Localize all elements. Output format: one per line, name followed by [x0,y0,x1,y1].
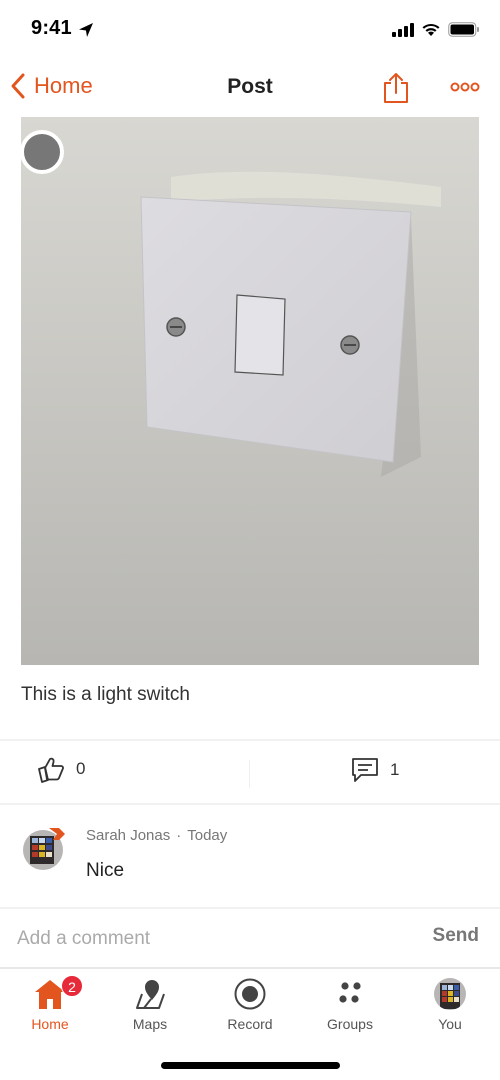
tab-groups[interactable]: Groups [300,969,400,1039]
comment-time: Today [187,827,228,844]
comment-input[interactable] [17,924,397,954]
tab-label: Groups [327,1016,373,1032]
comment-button[interactable]: 1 [350,756,399,784]
status-time: 9:41 [31,17,72,39]
tab-label: Record [227,1016,273,1032]
tab-label: Maps [132,1016,168,1032]
groups-icon [339,982,361,1003]
chevron-left-icon [11,73,25,99]
share-icon[interactable] [381,71,411,105]
divider [0,739,500,741]
light-switch-image [21,117,479,665]
post-caption: This is a light switch [21,684,190,705]
map-pin-icon [136,980,165,1009]
meta-separator: · [176,827,182,844]
action-separator [249,760,250,788]
thumbs-up-icon [38,757,64,783]
comment-meta: Sarah Jonas · Today [86,827,227,844]
author-avatar[interactable] [20,130,64,174]
tab-home[interactable]: 2 Home [0,969,100,1039]
send-button[interactable]: Send [433,925,479,947]
signal-icon [392,22,414,37]
tab-record[interactable]: Record [200,969,300,1039]
battery-icon [448,22,479,37]
commenter-avatar[interactable] [21,826,65,870]
record-icon [234,978,266,1010]
divider [0,803,500,805]
tab-you[interactable]: You [400,969,500,1039]
tab-bar: 2 Home Maps Record Groups You [0,969,500,1039]
post-photo[interactable] [21,117,479,665]
tab-label: Home [31,1016,69,1032]
like-count: 0 [76,759,86,778]
wifi-icon [422,23,440,36]
more-icon[interactable] [450,80,480,94]
comment-count: 1 [390,760,400,779]
comment-author[interactable]: Sarah Jonas [86,827,170,844]
status-bar: 9:41 [0,0,500,60]
location-arrow-icon [79,23,93,37]
comment-icon [352,758,378,782]
profile-avatar [434,978,466,1010]
navigation-bar: Home Post [0,60,500,116]
home-indicator[interactable] [161,1062,340,1069]
like-button[interactable]: 0 [36,754,85,784]
back-button[interactable]: Home [10,72,93,100]
comment-text: Nice [86,860,125,881]
back-label: Home [34,73,93,98]
status-indicators [392,22,480,37]
tab-maps[interactable]: Maps [100,969,200,1039]
divider [0,907,500,909]
notification-badge: 2 [61,975,83,997]
tab-label: You [438,1016,462,1032]
